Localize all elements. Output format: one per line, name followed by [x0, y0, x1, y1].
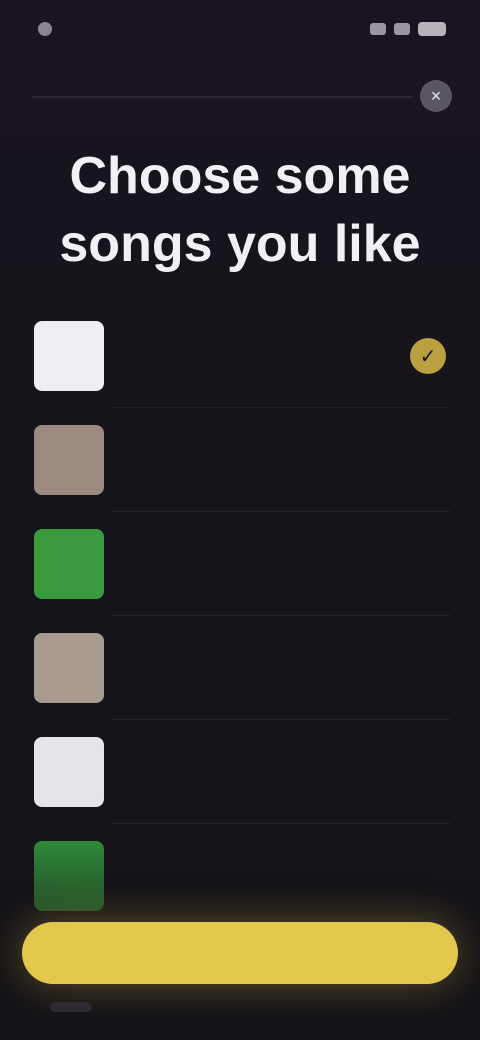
album-art [34, 425, 104, 495]
close-button[interactable]: × [420, 80, 452, 112]
header: × [0, 72, 480, 120]
status-bar [0, 0, 480, 58]
album-art [34, 529, 104, 599]
album-art [34, 737, 104, 807]
app-screen: × Choose some songs you like ✓ [0, 0, 480, 1040]
song-row[interactable] [0, 720, 480, 824]
home-indicator [50, 1002, 92, 1012]
album-art [34, 321, 104, 391]
song-row[interactable] [0, 408, 480, 512]
song-row[interactable] [0, 824, 480, 928]
song-row[interactable]: ✓ [0, 304, 480, 408]
app-indicator-icon [38, 22, 52, 36]
status-left [38, 22, 62, 36]
status-right [370, 22, 446, 36]
progress-track [32, 96, 412, 98]
album-art [34, 633, 104, 703]
page-title: Choose some songs you like [59, 147, 421, 273]
song-list: ✓ [0, 304, 480, 928]
continue-button[interactable] [22, 922, 458, 984]
song-row[interactable] [0, 616, 480, 720]
battery-icon [418, 22, 446, 36]
album-art [34, 841, 104, 911]
song-row[interactable] [0, 512, 480, 616]
signal-icon [370, 23, 386, 35]
close-icon: × [430, 85, 442, 106]
selected-check-icon[interactable]: ✓ [410, 338, 446, 374]
wifi-icon [394, 23, 410, 35]
